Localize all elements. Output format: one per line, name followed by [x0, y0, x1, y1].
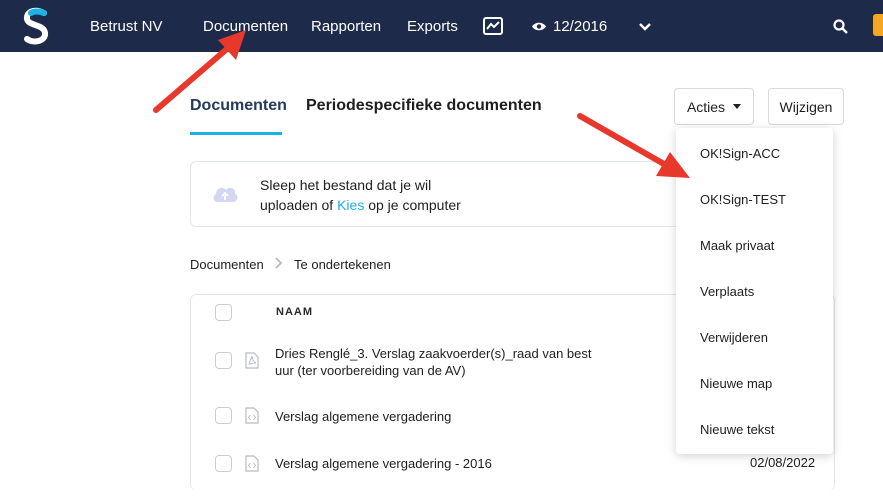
breadcrumb-current: Te ondertekenen: [294, 257, 391, 272]
menu-item-new-text[interactable]: Nieuwe tekst: [700, 422, 774, 437]
chevron-right-icon: [275, 257, 283, 269]
breadcrumb-root[interactable]: Documenten: [190, 257, 264, 272]
actions-button[interactable]: Acties: [674, 88, 754, 125]
row-checkbox[interactable]: [215, 407, 232, 424]
table-row-name[interactable]: Verslag algemene vergadering: [275, 408, 451, 425]
active-tab-indicator: [190, 132, 282, 135]
column-header-name[interactable]: NAAM: [276, 306, 313, 318]
menu-item-new-folder[interactable]: Nieuwe map: [700, 376, 772, 391]
nav-documents[interactable]: Documenten: [203, 18, 288, 35]
user-menu-edge[interactable]: [873, 14, 883, 36]
menu-item-delete[interactable]: Verwijderen: [700, 330, 768, 345]
menu-item-make-private[interactable]: Maak privaat: [700, 238, 774, 253]
actions-button-label: Acties: [686, 98, 726, 115]
chevron-down-icon[interactable]: [638, 22, 652, 32]
nav-reports[interactable]: Rapporten: [311, 18, 381, 35]
caret-down-icon: [733, 104, 742, 109]
tab-period-documents[interactable]: Periodespecifieke documenten: [306, 97, 542, 115]
chart-icon[interactable]: [483, 17, 503, 35]
company-name[interactable]: Betrust NV: [90, 18, 163, 35]
select-all-checkbox[interactable]: [215, 304, 232, 321]
menu-item-move[interactable]: Verplaats: [700, 284, 754, 299]
search-icon[interactable]: [833, 19, 848, 34]
upload-instruction-line1: Sleep het bestand dat je wil: [260, 177, 432, 193]
logo-icon[interactable]: [22, 7, 50, 45]
table-row-name[interactable]: Verslag algemene vergadering - 2016: [275, 455, 492, 472]
period-selector[interactable]: 12/2016: [553, 18, 607, 35]
nav-exports[interactable]: Exports: [407, 18, 458, 35]
row-checkbox[interactable]: [215, 352, 232, 369]
cloud-upload-icon: [213, 187, 238, 202]
top-navbar: Betrust NV Documenten Rapporten Exports …: [0, 0, 883, 52]
table-row-name[interactable]: Dries Renglé_3. Verslag zaakvoerder(s)_r…: [275, 345, 592, 362]
row-checkbox[interactable]: [215, 455, 232, 472]
table-row-date: 02/08/2022: [750, 455, 816, 470]
eye-icon: [532, 22, 546, 31]
pdf-file-icon: [245, 352, 259, 369]
upload-instruction-line2: uploaden of Kies op je computer: [260, 197, 461, 213]
table-row-name-continued[interactable]: uur (ter voorbereiding van de AV): [275, 362, 466, 379]
menu-item-oksign-test[interactable]: OK!Sign-TEST: [700, 192, 786, 207]
edit-button-label: Wijzigen: [779, 98, 833, 115]
tab-documents[interactable]: Documenten: [190, 97, 287, 115]
menu-item-oksign-acc[interactable]: OK!Sign-ACC: [700, 146, 780, 161]
edit-button[interactable]: Wijzigen: [768, 88, 844, 125]
choose-file-link[interactable]: Kies: [337, 197, 364, 213]
code-file-icon: [245, 407, 259, 424]
code-file-icon: [245, 455, 259, 472]
